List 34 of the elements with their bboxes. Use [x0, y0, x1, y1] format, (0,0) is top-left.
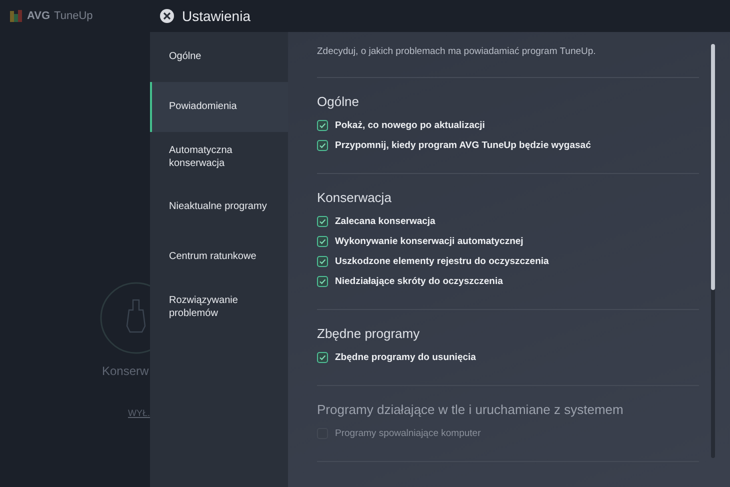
checkbox[interactable]	[317, 140, 328, 150]
section-title: Zbędne programy	[317, 326, 421, 341]
card-title: Konserw	[102, 364, 149, 378]
option-label: Pokaż, co nowego po aktualizacji	[335, 120, 485, 130]
option-label: Programy spowalniające komputer	[335, 428, 481, 438]
checkbox[interactable]	[317, 216, 328, 226]
sidebar-item[interactable]: Ogólne	[150, 32, 288, 82]
sidebar-item[interactable]: Rozwiązywanie problemów	[150, 282, 288, 332]
sidebar-item[interactable]: Nieaktualne programy	[150, 182, 288, 232]
sidebar-item[interactable]: Powiadomienia	[150, 82, 288, 132]
logo-brand: AVG	[27, 10, 50, 22]
logo-product: TuneUp	[54, 10, 93, 22]
description-text: Zdecyduj, o jakich problemach ma powiadamiać program TuneUp.	[317, 46, 699, 78]
section-title: Programy działające w tle i uruchamiane z systemem	[317, 402, 624, 417]
logo-icon	[9, 9, 23, 23]
section-title: Konserwacja	[317, 190, 392, 205]
checkbox[interactable]	[317, 276, 328, 286]
scrollbar[interactable]	[711, 44, 715, 458]
checkbox[interactable]	[317, 352, 328, 362]
sidebar-item[interactable]: Automatyczna konserwacja	[150, 132, 288, 182]
section-title: Ogólne	[317, 94, 360, 109]
checkbox[interactable]	[317, 236, 328, 246]
checkbox[interactable]	[317, 120, 328, 130]
option-label: Przypomnij, kiedy program AVG TuneUp będzie wygasać	[335, 140, 591, 150]
option-label: Zbędne programy do usunięcia	[335, 352, 476, 362]
close-icon	[163, 12, 171, 20]
option-label: Wykonywanie konserwacji automatycznej	[335, 236, 524, 246]
option-label: Niedziałające skróty do oczyszczenia	[335, 276, 503, 286]
window-title: Ustawienia	[182, 8, 250, 24]
option-label: Uszkodzone elementy rejestru do oczyszczenia	[335, 256, 549, 266]
close-button[interactable]	[160, 9, 174, 23]
checkbox[interactable]	[317, 256, 328, 266]
sidebar-item[interactable]: Centrum ratunkowe	[150, 232, 288, 282]
option-label: Zalecana konserwacja	[335, 216, 436, 226]
